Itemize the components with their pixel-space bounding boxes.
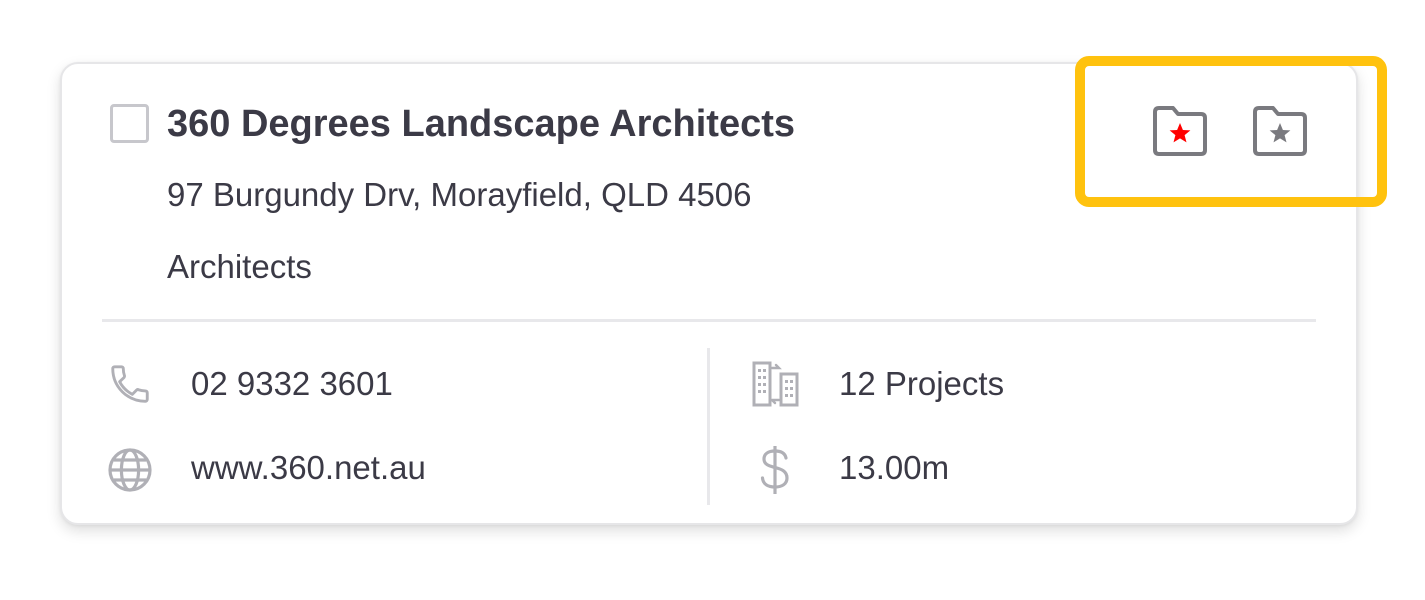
dollar-icon <box>760 446 789 494</box>
saved-folder-button[interactable] <box>1251 104 1309 156</box>
company-category: Architects <box>167 248 312 285</box>
select-checkbox[interactable] <box>110 104 149 143</box>
website-link[interactable]: www.360.net.au <box>191 447 426 489</box>
horizontal-divider <box>102 319 1316 322</box>
project-value: 13.00m <box>839 449 950 486</box>
add-to-favorites-folder-button[interactable] <box>1151 104 1209 156</box>
folder-star-icon <box>1253 106 1307 156</box>
folder-red-star-icon <box>1153 106 1207 156</box>
buildings-icon <box>752 361 799 407</box>
company-name[interactable]: 360 Degrees Landscape Architects <box>167 100 795 148</box>
stage: 360 Degrees Landscape Architects 97 Burg… <box>0 0 1425 600</box>
phone-number[interactable]: 02 9332 3601 <box>191 363 393 405</box>
project-count: 12 Projects <box>839 365 1005 402</box>
vertical-divider <box>707 348 710 505</box>
company-address: 97 Burgundy Drv, Morayfield, QLD 4506 <box>167 176 752 213</box>
phone-icon <box>111 365 149 403</box>
globe-icon <box>108 448 152 492</box>
